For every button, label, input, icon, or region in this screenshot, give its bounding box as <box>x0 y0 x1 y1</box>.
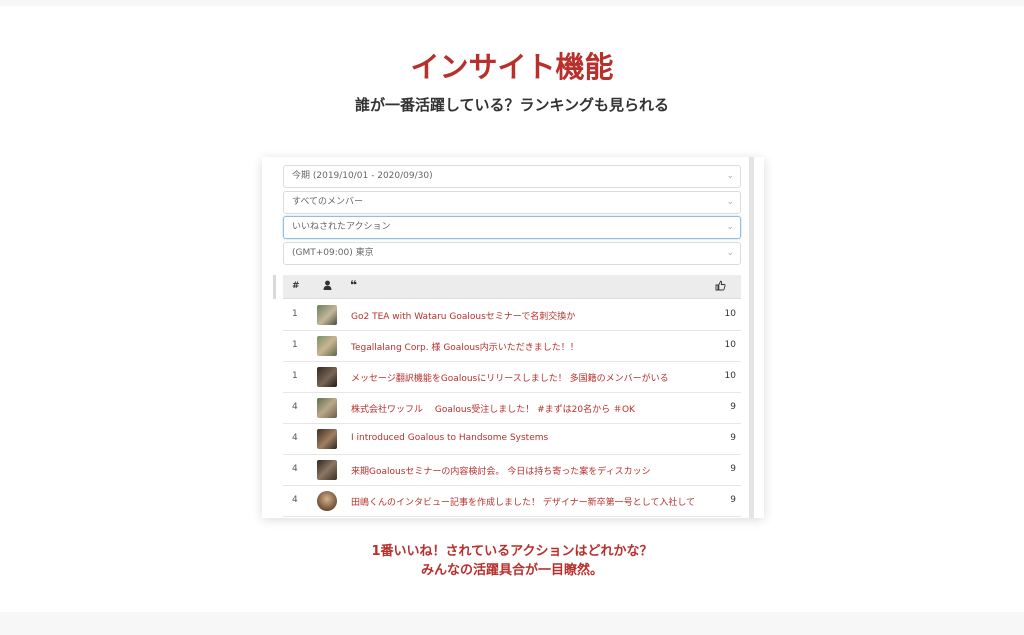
chevron-down-icon: ⌄ <box>726 248 734 258</box>
avatar <box>317 429 337 449</box>
like-count: 9 <box>730 464 736 474</box>
caption-line-1: 1番いいね！されているアクションはどれかな？ <box>371 544 653 559</box>
table-row[interactable]: 4 来期Goalousセミナーの内容検討会。 今日は持ち寄った案をディスカッシ … <box>283 455 741 486</box>
table-row[interactable]: 1 メッセージ翻訳機能をGoalousにリリースしました！ 多国籍のメンバーがい… <box>283 362 741 393</box>
row-rank: 4 <box>292 433 298 443</box>
like-count: 10 <box>724 340 736 350</box>
rank-header: # <box>292 281 300 291</box>
row-rank: 1 <box>292 371 298 381</box>
timezone-select-value: (GMT+09:00) 東京 <box>292 248 374 258</box>
avatar <box>317 491 337 511</box>
avatar <box>317 398 337 418</box>
chevron-down-icon: ⌄ <box>726 222 734 232</box>
avatar <box>317 367 337 387</box>
thumbs-up-icon <box>715 280 726 294</box>
action-link[interactable]: メッセージ翻訳機能をGoalousにリリースしました！ 多国籍のメンバーがいる <box>351 371 669 384</box>
action-link[interactable]: Go2 TEA with Wataru Goalousセミナーで名刺交換か <box>351 309 575 322</box>
page-title: インサイト機能 <box>410 50 614 84</box>
like-count: 10 <box>724 371 736 381</box>
like-count: 10 <box>724 309 736 319</box>
panel-scrollbar[interactable] <box>749 157 754 518</box>
row-rank: 4 <box>292 402 298 412</box>
avatar <box>317 460 337 480</box>
action-link[interactable]: Tegallalang Corp. 様 Goalous内示いただきました！！ <box>351 340 579 353</box>
action-link[interactable]: I introduced Goalous to Handsome Systems <box>351 433 548 443</box>
row-rank: 1 <box>292 340 298 350</box>
like-count: 9 <box>730 495 736 505</box>
timezone-select[interactable]: (GMT+09:00) 東京 ⌄ <box>283 242 741 265</box>
action-link[interactable]: 田嶋くんのインタビュー記事を作成しました！ デザイナー新卒第一号として入社して <box>351 495 695 508</box>
period-select[interactable]: 今期 (2019/10/01 - 2020/09/30) ⌄ <box>283 165 741 188</box>
page-subtitle: 誰が一番活躍している？ランキングも見られる <box>354 96 670 114</box>
table-header: # ❝ <box>283 275 741 299</box>
chevron-down-icon: ⌄ <box>726 171 734 181</box>
quote-icon: ❝ <box>350 278 358 292</box>
table-row[interactable]: 4 株式会社ワッフル Goalous受注しました！ #まずは20名から ＃OK … <box>283 393 741 424</box>
table-row[interactable]: 1 Tegallalang Corp. 様 Goalous内示いただきました！！… <box>283 331 741 362</box>
action-link[interactable]: 来期Goalousセミナーの内容検討会。 今日は持ち寄った案をディスカッシ <box>351 464 651 477</box>
table-row[interactable]: 1 Go2 TEA with Wataru Goalousセミナーで名刺交換か … <box>283 300 741 331</box>
type-select[interactable]: いいねされたアクション ⌄ <box>283 216 741 239</box>
row-rank: 1 <box>292 309 298 319</box>
ranking-panel: 今期 (2019/10/01 - 2020/09/30) ⌄ すべてのメンバー … <box>262 157 764 518</box>
period-select-value: 今期 (2019/10/01 - 2020/09/30) <box>292 171 433 181</box>
table-left-bar <box>273 275 276 299</box>
avatar <box>317 336 337 356</box>
chevron-down-icon: ⌄ <box>726 197 734 207</box>
action-link[interactable]: 株式会社ワッフル Goalous受注しました！ #まずは20名から ＃OK <box>351 402 635 415</box>
table-row[interactable]: 4 I introduced Goalous to Handsome Syste… <box>283 424 741 455</box>
insight-section: インサイト機能 誰が一番活躍している？ランキングも見られる 今期 (2019/1… <box>0 6 1024 612</box>
row-rank: 4 <box>292 464 298 474</box>
avatar <box>317 305 337 325</box>
like-count: 9 <box>730 433 736 443</box>
member-select[interactable]: すべてのメンバー ⌄ <box>283 191 741 214</box>
user-icon <box>323 280 332 293</box>
caption-line-2: みんなの活躍具合が一目瞭然。 <box>420 563 603 578</box>
row-rank: 4 <box>292 495 298 505</box>
table-row[interactable]: 4 田嶋くんのインタビュー記事を作成しました！ デザイナー新卒第一号として入社し… <box>283 486 741 517</box>
member-select-value: すべてのメンバー <box>292 197 364 207</box>
like-count: 9 <box>730 402 736 412</box>
type-select-value: いいねされたアクション <box>292 222 391 232</box>
